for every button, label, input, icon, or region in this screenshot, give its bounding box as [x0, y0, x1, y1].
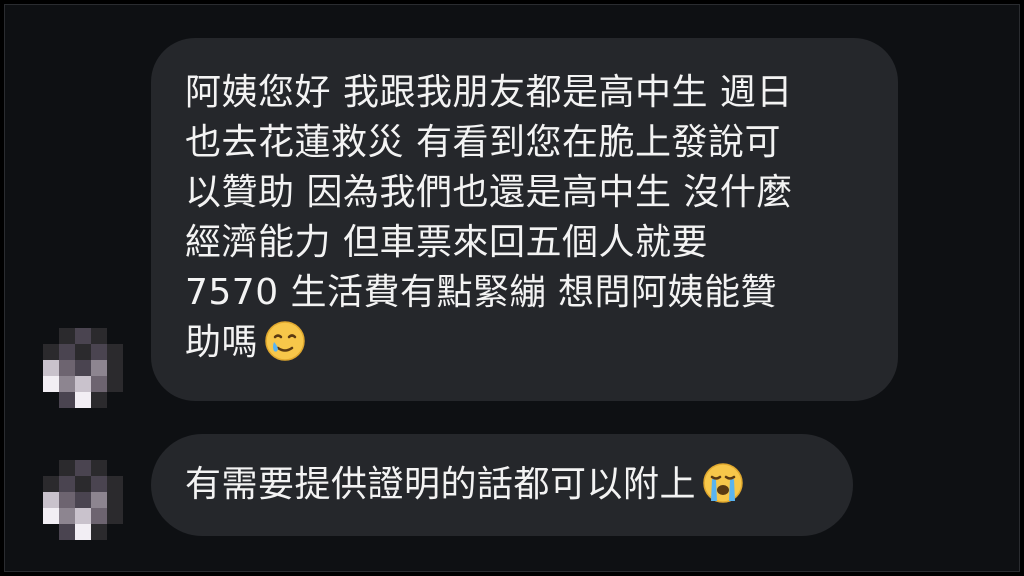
message-line-text: 助嗎 [185, 322, 259, 363]
message-bubble[interactable]: 阿姨您好 我跟我朋友都是高中生 週日 也去花蓮救災 有看到您在脆上發說可 以贊助… [151, 38, 898, 401]
message-line: 以贊助 因為我們也還是高中生 沒什麼 [185, 172, 793, 213]
sender-avatar[interactable] [43, 460, 123, 540]
message-line: 經濟能力 但車票來回五個人就要 [185, 222, 708, 263]
message-line: 7570 生活費有點緊繃 想問阿姨能贊 [185, 272, 778, 313]
message-line: 阿姨您好 我跟我朋友都是高中生 週日 [185, 72, 793, 113]
loudly-crying-face-icon [703, 463, 743, 503]
message-bubble[interactable]: 有需要提供證明的話都可以附上 [151, 434, 853, 536]
chat-screen: 阿姨您好 我跟我朋友都是高中生 週日 也去花蓮救災 有看到您在脆上發說可 以贊助… [4, 4, 1020, 572]
smiling-face-with-tear-icon [265, 321, 305, 361]
message-line: 也去花蓮救災 有看到您在脆上發說可 [185, 122, 781, 163]
message-line: 有需要提供證明的話都可以附上 [185, 460, 744, 510]
message-text: 有需要提供證明的話都可以附上 [185, 464, 697, 505]
sender-avatar[interactable] [43, 328, 123, 408]
message-line-last: 助嗎 [185, 318, 858, 368]
